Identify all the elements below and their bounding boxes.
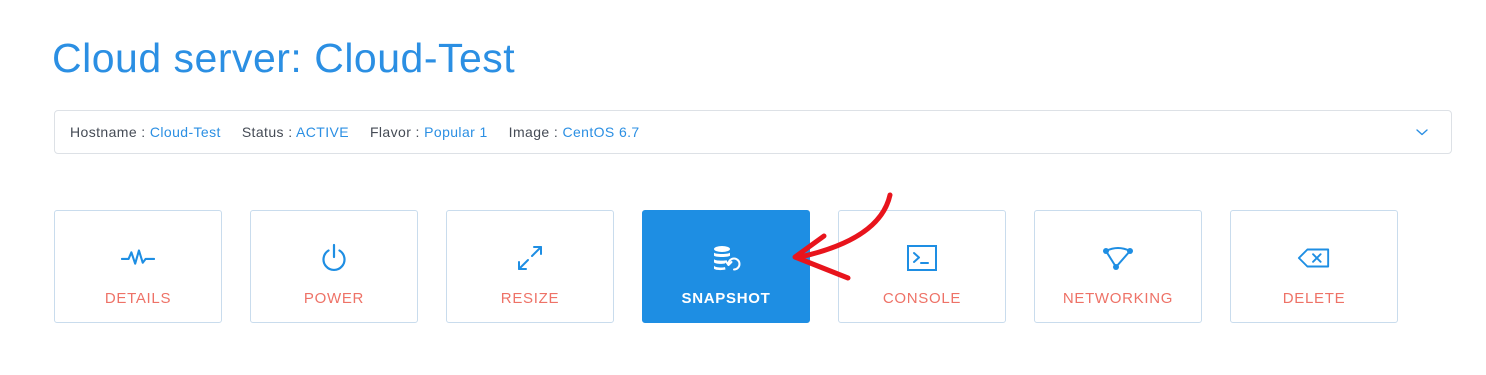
hostname-label: Hostname :: [70, 124, 150, 140]
database-restore-icon: [709, 243, 743, 273]
power-button[interactable]: POWER: [250, 210, 418, 323]
backspace-delete-icon: [1297, 243, 1331, 273]
delete-label: DELETE: [1282, 290, 1346, 307]
console-button[interactable]: CONSOLE: [838, 210, 1006, 323]
status-label: Status :: [241, 124, 296, 140]
details-button[interactable]: DETAILS: [54, 210, 222, 323]
pulse-icon: [121, 243, 155, 273]
info-hostname: Hostname : Cloud-Test: [70, 124, 221, 140]
snapshot-label: SNAPSHOT: [681, 290, 771, 307]
power-icon: [317, 243, 351, 273]
details-label: DETAILS: [104, 290, 172, 307]
server-actions: DETAILS POWER RESIZE SNAPSHOT CONSOLE NE…: [54, 210, 1398, 323]
info-image: Image : CentOS 6.7: [509, 124, 640, 140]
status-value: ACTIVE: [296, 124, 349, 140]
resize-arrows-icon: [513, 243, 547, 273]
hostname-value: Cloud-Test: [149, 124, 221, 140]
info-status: Status : ACTIVE: [242, 124, 349, 140]
power-label: POWER: [303, 290, 365, 307]
console-label: CONSOLE: [882, 290, 962, 307]
chevron-down-icon[interactable]: [1414, 124, 1430, 140]
image-value: CentOS 6.7: [562, 124, 640, 140]
server-info-bar[interactable]: Hostname : Cloud-Test Status : ACTIVE Fl…: [54, 110, 1452, 154]
snapshot-button[interactable]: SNAPSHOT: [642, 210, 810, 323]
network-nodes-icon: [1101, 243, 1135, 273]
resize-button[interactable]: RESIZE: [446, 210, 614, 323]
networking-button[interactable]: NETWORKING: [1034, 210, 1202, 323]
delete-button[interactable]: DELETE: [1230, 210, 1398, 323]
resize-label: RESIZE: [500, 290, 560, 307]
terminal-icon: [905, 243, 939, 273]
flavor-value: Popular 1: [424, 124, 488, 140]
flavor-label: Flavor :: [369, 124, 425, 140]
info-flavor: Flavor : Popular 1: [370, 124, 488, 140]
image-label: Image :: [508, 124, 563, 140]
page-title: Cloud server: Cloud-Test: [52, 35, 516, 81]
networking-label: NETWORKING: [1062, 290, 1174, 307]
